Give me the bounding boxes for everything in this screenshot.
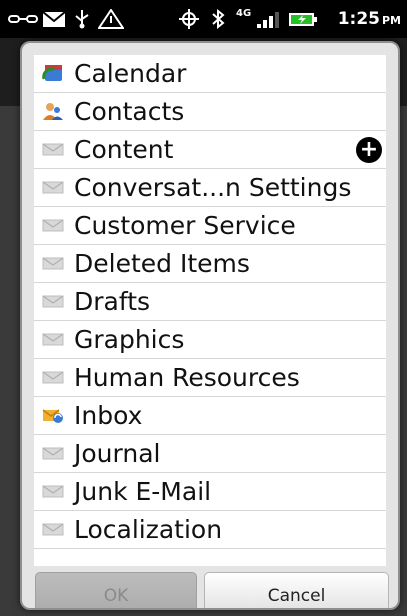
folder-label: Inbox bbox=[74, 401, 143, 430]
network-type-label: 4G bbox=[236, 8, 252, 19]
folder-row[interactable]: Conversat...n Settings bbox=[34, 169, 386, 207]
folder-row[interactable]: Inbox bbox=[34, 397, 386, 435]
mail-folder-icon bbox=[42, 519, 64, 539]
mail-folder-icon bbox=[42, 443, 64, 463]
folder-label: Conversat...n Settings bbox=[74, 173, 352, 202]
folder-label: Journal bbox=[74, 439, 161, 468]
folder-row[interactable]: Deleted Items bbox=[34, 245, 386, 283]
folder-list[interactable]: Calendar Contacts Content + Conversat...n Se… bbox=[34, 55, 386, 566]
gps-icon bbox=[179, 9, 199, 29]
folder-label: Junk E-Mail bbox=[74, 477, 212, 506]
mail-folder-icon bbox=[42, 481, 64, 501]
clock-time: 1:25 bbox=[337, 9, 380, 29]
folder-label: Drafts bbox=[74, 287, 151, 316]
folder-label: Content bbox=[74, 135, 174, 164]
usb-icon bbox=[75, 10, 89, 29]
mail-icon bbox=[42, 11, 66, 27]
folder-row[interactable]: Human Resources bbox=[34, 359, 386, 397]
mail-folder-icon bbox=[42, 329, 64, 349]
folder-label: Contacts bbox=[74, 97, 185, 126]
folder-label: Graphics bbox=[74, 325, 185, 354]
folder-label: Customer Service bbox=[74, 211, 296, 240]
mail-folder-icon bbox=[42, 253, 64, 273]
cancel-button[interactable]: Cancel bbox=[204, 572, 389, 608]
calendar-folder-icon bbox=[42, 63, 64, 83]
folder-label: Localization bbox=[74, 515, 223, 544]
mail-folder-icon bbox=[42, 177, 64, 197]
ok-button[interactable]: OK bbox=[35, 572, 197, 608]
folder-picker-dialog: Calendar Contacts Content + Conversat...n Se… bbox=[20, 41, 400, 610]
mail-folder-icon bbox=[42, 291, 64, 311]
mail-folder-icon bbox=[42, 215, 64, 235]
clock: 1:25 PM bbox=[338, 9, 401, 31]
folder-row[interactable]: Content + bbox=[34, 131, 386, 169]
folder-label: Deleted Items bbox=[74, 249, 250, 278]
battery-charging-icon bbox=[289, 13, 317, 26]
folder-row[interactable]: Customer Service bbox=[34, 207, 386, 245]
mail-folder-icon bbox=[42, 139, 64, 159]
link-icon bbox=[8, 15, 38, 23]
folder-row[interactable]: Calendar bbox=[34, 55, 386, 93]
inbox-folder-icon bbox=[42, 405, 64, 425]
signal-strength-icon bbox=[257, 12, 279, 28]
status-bar: 4G 1:25 PM bbox=[0, 0, 407, 38]
plus-circle-icon[interactable]: + bbox=[356, 137, 382, 163]
contacts-folder-icon bbox=[42, 101, 64, 121]
folder-row[interactable]: Junk E-Mail bbox=[34, 473, 386, 511]
clock-ampm: PM bbox=[381, 14, 401, 27]
folder-row[interactable]: Drafts bbox=[34, 283, 386, 321]
folder-row[interactable]: Localization bbox=[34, 511, 386, 549]
folder-label: Human Resources bbox=[74, 363, 300, 392]
folder-row[interactable]: Graphics bbox=[34, 321, 386, 359]
bluetooth-icon bbox=[212, 9, 225, 29]
folder-label: Calendar bbox=[74, 59, 187, 88]
folder-row[interactable]: Contacts bbox=[34, 93, 386, 131]
mail-folder-icon bbox=[42, 367, 64, 387]
warning-icon bbox=[98, 9, 124, 29]
folder-row[interactable]: Journal bbox=[34, 435, 386, 473]
